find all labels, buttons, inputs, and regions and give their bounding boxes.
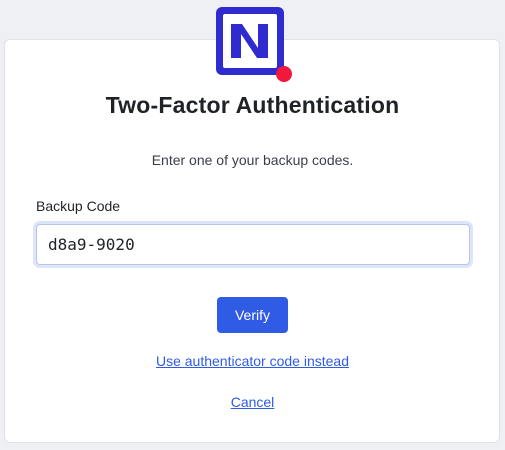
cancel-link[interactable]: Cancel — [0, 394, 505, 410]
backup-code-input[interactable] — [36, 224, 470, 265]
verify-button[interactable]: Verify — [217, 297, 288, 333]
page-subtitle: Enter one of your backup codes. — [151, 152, 354, 168]
use-authenticator-link[interactable]: Use authenticator code instead — [0, 353, 505, 369]
brand-logo-icon — [213, 4, 293, 84]
page-title: Two-Factor Authentication — [105, 92, 400, 118]
backup-code-label: Backup Code — [36, 198, 121, 214]
